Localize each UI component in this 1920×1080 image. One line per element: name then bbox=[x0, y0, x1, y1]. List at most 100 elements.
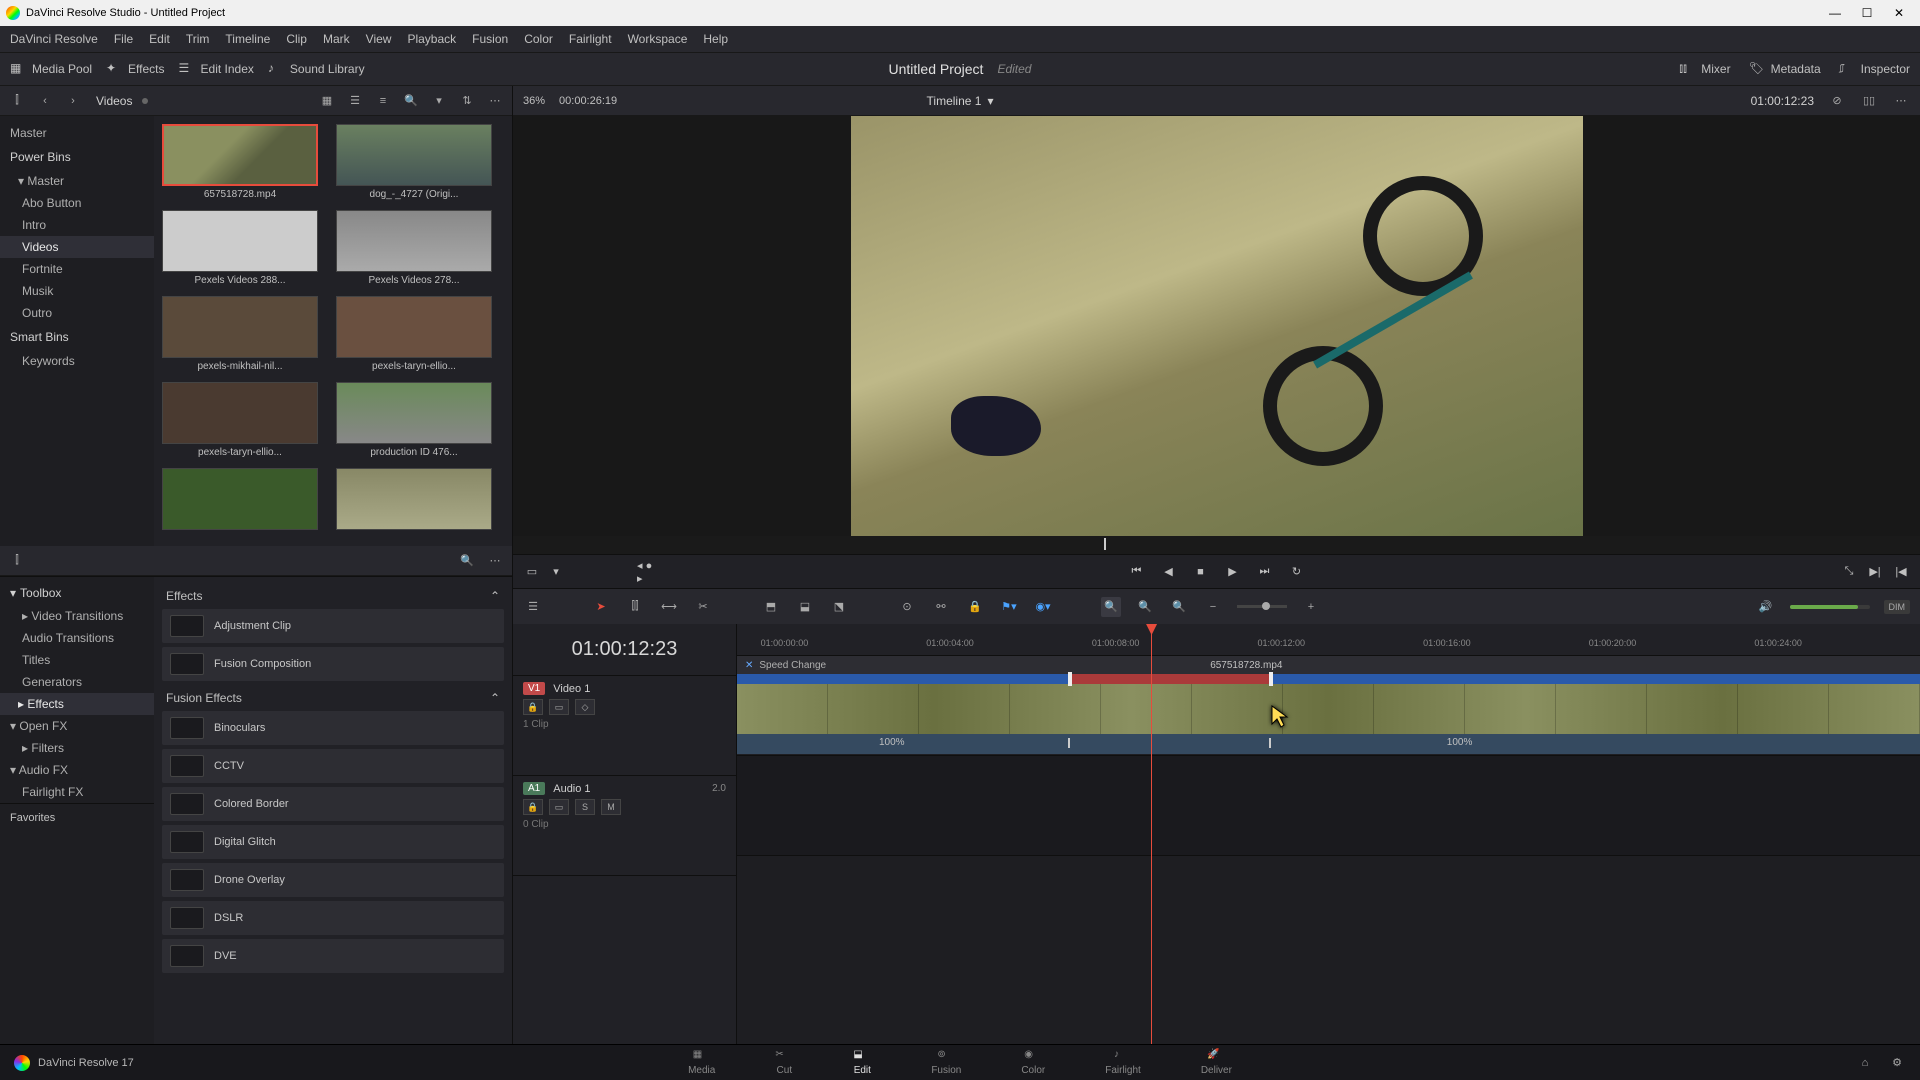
last-frame-button[interactable]: ⏭ bbox=[1256, 563, 1274, 581]
media-clip[interactable]: production ID 476... bbox=[336, 382, 492, 458]
viewer-mode-icon[interactable]: ▭ bbox=[523, 563, 541, 581]
list-view-icon[interactable]: ≡ bbox=[374, 92, 392, 110]
inspector-toggle[interactable]: ⎎Inspector bbox=[1839, 61, 1910, 77]
effects-toggle[interactable]: ✦Effects bbox=[106, 61, 164, 77]
menu-item[interactable]: Trim bbox=[186, 32, 210, 46]
mark-out-icon[interactable]: ▶| bbox=[1866, 563, 1884, 581]
page-media[interactable]: ▦Media bbox=[688, 1049, 715, 1076]
zoom-plus[interactable]: + bbox=[1301, 597, 1321, 617]
volume-slider[interactable] bbox=[1790, 605, 1870, 609]
thumbnail-view-icon[interactable]: ▦ bbox=[318, 92, 336, 110]
video-viewer[interactable] bbox=[513, 116, 1920, 536]
zoom-tool-icon[interactable]: 🔍 bbox=[1101, 597, 1121, 617]
menu-item[interactable]: View bbox=[366, 32, 392, 46]
mute-button[interactable]: M bbox=[601, 799, 621, 815]
search-icon[interactable]: 🔍 bbox=[402, 92, 420, 110]
search-icon[interactable]: 🔍 bbox=[458, 552, 476, 570]
nav-fwd-icon[interactable]: › bbox=[64, 92, 82, 110]
clip-filmstrip[interactable] bbox=[737, 684, 1920, 734]
strip-view-icon[interactable]: ☰ bbox=[346, 92, 364, 110]
page-deliver[interactable]: 🚀Deliver bbox=[1201, 1049, 1232, 1076]
retime-handle[interactable] bbox=[1068, 672, 1072, 686]
volume-icon[interactable]: 🔊 bbox=[1756, 597, 1776, 617]
menu-item[interactable]: File bbox=[114, 32, 133, 46]
zoom-fit-icon[interactable]: 🔍 bbox=[1169, 597, 1189, 617]
fx-audio-transitions[interactable]: Audio Transitions bbox=[0, 627, 154, 649]
playhead[interactable] bbox=[1151, 624, 1152, 1044]
toolbox-header[interactable]: ▾ Toolbox bbox=[0, 581, 154, 605]
loop-button[interactable]: ↻ bbox=[1288, 563, 1306, 581]
bin-keywords[interactable]: Keywords bbox=[0, 350, 154, 372]
page-fusion[interactable]: ⊚Fusion bbox=[931, 1049, 961, 1076]
menu-item[interactable]: Fairlight bbox=[569, 32, 612, 46]
zoom-slider-handle[interactable] bbox=[1262, 602, 1270, 610]
maximize-button[interactable]: ☐ bbox=[1852, 2, 1882, 24]
scrub-bar[interactable] bbox=[513, 536, 1920, 554]
flag-icon[interactable]: ⚑▾ bbox=[999, 597, 1019, 617]
media-pool-toggle[interactable]: ▦Media Pool bbox=[10, 61, 92, 77]
fx-effects[interactable]: ▸ Effects bbox=[0, 693, 154, 715]
close-retime-icon[interactable]: ✕ bbox=[745, 660, 753, 671]
page-color[interactable]: ◉Color bbox=[1021, 1049, 1045, 1076]
fx-generators[interactable]: Generators bbox=[0, 671, 154, 693]
sort-icon[interactable]: ⇅ bbox=[458, 92, 476, 110]
bin-item-videos[interactable]: Videos bbox=[0, 236, 154, 258]
bin-item[interactable]: ▾ Master bbox=[0, 170, 154, 192]
zoom-out-icon[interactable]: 🔍 bbox=[1135, 597, 1155, 617]
minimize-button[interactable]: — bbox=[1820, 2, 1850, 24]
audio-track-header[interactable]: A1 Audio 1 2.0 🔒 ▭ S M 0 Clip bbox=[513, 776, 736, 876]
page-cut[interactable]: ✂Cut bbox=[775, 1049, 793, 1076]
media-clip[interactable]: dog_-_4727 (Origi... bbox=[336, 124, 492, 200]
effect-item[interactable]: Colored Border bbox=[162, 787, 504, 821]
media-clip[interactable]: pexels-taryn-ellio... bbox=[162, 382, 318, 458]
link-icon[interactable]: ⚯ bbox=[931, 597, 951, 617]
bin-item[interactable]: Musik bbox=[0, 280, 154, 302]
media-clip[interactable]: Pexels Videos 288... bbox=[162, 210, 318, 286]
zoom-minus[interactable]: − bbox=[1203, 597, 1223, 617]
media-clip[interactable]: 657518728.mp4 bbox=[162, 124, 318, 200]
effect-item[interactable]: CCTV bbox=[162, 749, 504, 783]
media-clip[interactable]: pexels-mikhail-nil... bbox=[162, 296, 318, 372]
disable-track-button[interactable]: ◇ bbox=[575, 699, 595, 715]
panel-layout-icon[interactable]: ⫿ bbox=[8, 552, 26, 570]
effect-item[interactable]: DVE bbox=[162, 939, 504, 973]
fx-video-transitions[interactable]: ▸ Video Transitions bbox=[0, 605, 154, 627]
overwrite-clip-icon[interactable]: ⬓ bbox=[795, 597, 815, 617]
menu-item[interactable]: Color bbox=[524, 32, 553, 46]
fx-audiofx[interactable]: ▾ Audio FX bbox=[0, 759, 154, 781]
fx-openfx[interactable]: ▾ Open FX bbox=[0, 715, 154, 737]
project-settings-icon[interactable]: ⚙ bbox=[1888, 1054, 1906, 1072]
media-clip[interactable] bbox=[336, 468, 492, 533]
effect-item[interactable]: Fusion Composition bbox=[162, 647, 504, 681]
more-icon[interactable]: ⋯ bbox=[1892, 92, 1910, 110]
menu-item[interactable]: Help bbox=[703, 32, 728, 46]
match-frame-icon[interactable]: ◂ ● ▸ bbox=[637, 563, 655, 581]
chevron-down-icon[interactable]: ▾ bbox=[430, 92, 448, 110]
bin-master[interactable]: Master bbox=[0, 122, 154, 144]
lock-icon[interactable]: 🔒 bbox=[965, 597, 985, 617]
menu-item[interactable]: Mark bbox=[323, 32, 350, 46]
insert-clip-icon[interactable]: ⬒ bbox=[761, 597, 781, 617]
lock-track-button[interactable]: 🔒 bbox=[523, 799, 543, 815]
nav-back-icon[interactable]: ‹ bbox=[36, 92, 54, 110]
bin-item[interactable]: Outro bbox=[0, 302, 154, 324]
collapse-icon[interactable]: ⌃ bbox=[490, 589, 500, 603]
media-clip[interactable]: pexels-taryn-ellio... bbox=[336, 296, 492, 372]
fx-titles[interactable]: Titles bbox=[0, 649, 154, 671]
dual-viewer-icon[interactable]: ▯▯ bbox=[1860, 92, 1878, 110]
more-icon[interactable]: ⋯ bbox=[486, 92, 504, 110]
mark-in-icon[interactable]: |◀ bbox=[1892, 563, 1910, 581]
metadata-toggle[interactable]: 🏷Metadata bbox=[1749, 61, 1821, 77]
speed-pct-left[interactable]: 100% bbox=[879, 737, 905, 748]
solo-button[interactable]: S bbox=[575, 799, 595, 815]
favorites-header[interactable]: Favorites bbox=[0, 803, 154, 832]
power-bins-header[interactable]: Power Bins bbox=[0, 144, 154, 170]
bypass-icon[interactable]: ⊘ bbox=[1828, 92, 1846, 110]
menu-item[interactable]: Fusion bbox=[472, 32, 508, 46]
zoom-level[interactable]: 36% bbox=[523, 95, 545, 107]
menu-item[interactable]: Workspace bbox=[628, 32, 688, 46]
menu-item[interactable]: DaVinci Resolve bbox=[10, 32, 98, 46]
home-icon[interactable]: ⌂ bbox=[1856, 1054, 1874, 1072]
effect-item[interactable]: Digital Glitch bbox=[162, 825, 504, 859]
page-fairlight[interactable]: ♪Fairlight bbox=[1105, 1049, 1141, 1076]
